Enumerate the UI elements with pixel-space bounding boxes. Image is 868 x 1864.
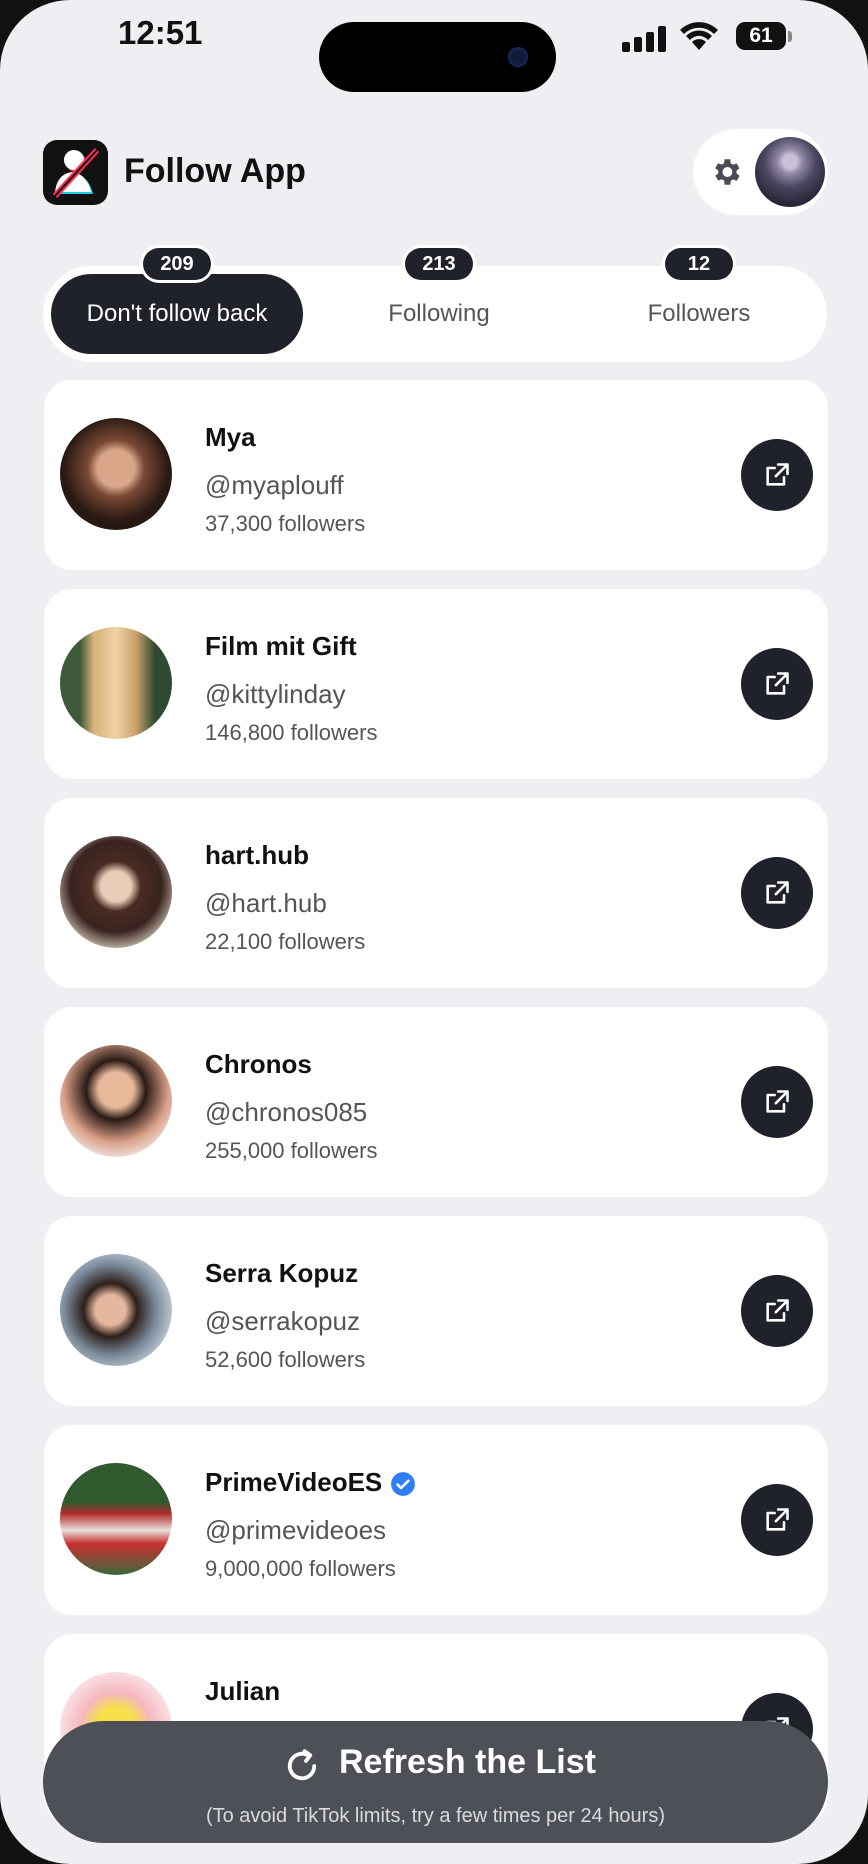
cellular-signal-icon: [622, 26, 666, 52]
external-link-icon: [766, 1299, 789, 1322]
tab-count-badge: 12: [665, 248, 733, 280]
refresh-label: Refresh the List: [339, 1743, 596, 1781]
battery-tip: [788, 31, 792, 42]
open-profile-button[interactable]: [741, 1066, 813, 1138]
account-handle: @chronos085: [205, 1097, 368, 1127]
account-handle: @myaplouff: [205, 470, 344, 500]
refresh-note: (To avoid TikTok limits, try a few times…: [205, 1805, 666, 1827]
account-name: Film mit Gift: [205, 631, 357, 661]
follower-count: 52,600 followers: [205, 1347, 366, 1372]
external-link-icon: [766, 1090, 789, 1113]
follower-count: 255,000 followers: [205, 1138, 378, 1163]
external-link-icon: [766, 463, 789, 486]
follower-count: 9,000,000 followers: [205, 1556, 396, 1581]
avatar: [60, 1463, 172, 1575]
account-handle: @hart.hub: [205, 888, 327, 918]
account-handle: @primevideoes: [205, 1515, 387, 1545]
account-card[interactable]: PrimeVideoES @primevideoes 9,000,000 fol…: [44, 1425, 828, 1615]
account-card[interactable]: Serra Kopuz @serrakopuz 52,600 followers: [44, 1216, 828, 1406]
wifi-icon: [680, 22, 718, 50]
tab-count-badge: 209: [143, 248, 211, 280]
profile-avatar[interactable]: [755, 137, 825, 207]
account-handle: @serrakopuz: [205, 1306, 361, 1336]
external-link-icon: [766, 881, 789, 904]
account-handle: @kittylinday: [205, 679, 346, 709]
follower-count: 146,800 followers: [205, 720, 378, 745]
follower-count: 37,300 followers: [205, 511, 366, 536]
open-profile-button[interactable]: [741, 1275, 813, 1347]
account-name-text: PrimeVideoES: [205, 1467, 383, 1497]
refresh-icon: [287, 1749, 317, 1781]
avatar: [60, 836, 172, 948]
account-name: Julian: [205, 1676, 281, 1706]
verified-badge-icon: [391, 1472, 416, 1497]
account-card[interactable]: Chronos @chronos085 255,000 followers: [44, 1007, 828, 1197]
camera-icon: [508, 47, 528, 67]
status-time: 12:51: [118, 14, 203, 51]
tab-followers[interactable]: Followers 12: [573, 248, 825, 354]
app-logo: [43, 140, 108, 205]
open-profile-button[interactable]: [741, 439, 813, 511]
external-link-icon: [766, 672, 789, 695]
open-profile-button[interactable]: [741, 648, 813, 720]
account-card[interactable]: Film mit Gift @kittylinday 146,800 follo…: [44, 589, 828, 779]
app-title: Follow App: [124, 152, 306, 190]
avatar: [60, 627, 172, 739]
app-logo-icon: [52, 147, 100, 199]
phone-screen: 12:51 61 Follow App Don't follow back 20…: [0, 0, 868, 1864]
account-name: Mya: [205, 422, 256, 452]
tab-count-badge: 213: [405, 248, 473, 280]
avatar: [60, 1254, 172, 1366]
dynamic-island: [319, 22, 556, 92]
tab-following[interactable]: Following 213: [313, 248, 565, 354]
follower-count: 22,100 followers: [205, 929, 366, 954]
account-card[interactable]: Mya @myaplouff 37,300 followers: [44, 380, 828, 570]
tab-bar: Don't follow back 209 Following 213 Foll…: [43, 248, 827, 362]
avatar: [60, 418, 172, 530]
tab-label: Followers: [647, 300, 751, 327]
account-name: hart.hub: [205, 840, 309, 870]
gear-icon[interactable]: [709, 155, 743, 189]
open-profile-button[interactable]: [741, 1484, 813, 1556]
account-name: Serra Kopuz: [205, 1258, 359, 1288]
account-card[interactable]: hart.hub @hart.hub 22,100 followers: [44, 798, 828, 988]
battery-indicator: 61: [736, 22, 786, 50]
avatar: [60, 1045, 172, 1157]
tab-dont-follow-back[interactable]: Don't follow back 209: [51, 248, 303, 354]
external-link-icon: [766, 1508, 789, 1531]
account-name: Chronos: [205, 1049, 312, 1079]
open-profile-button[interactable]: [741, 857, 813, 929]
tab-label: Following: [388, 300, 490, 327]
refresh-list-button[interactable]: Refresh the List (To avoid TikTok limits…: [43, 1721, 828, 1843]
account-name: PrimeVideoES: [205, 1467, 416, 1498]
tab-label: Don't follow back: [86, 300, 268, 327]
